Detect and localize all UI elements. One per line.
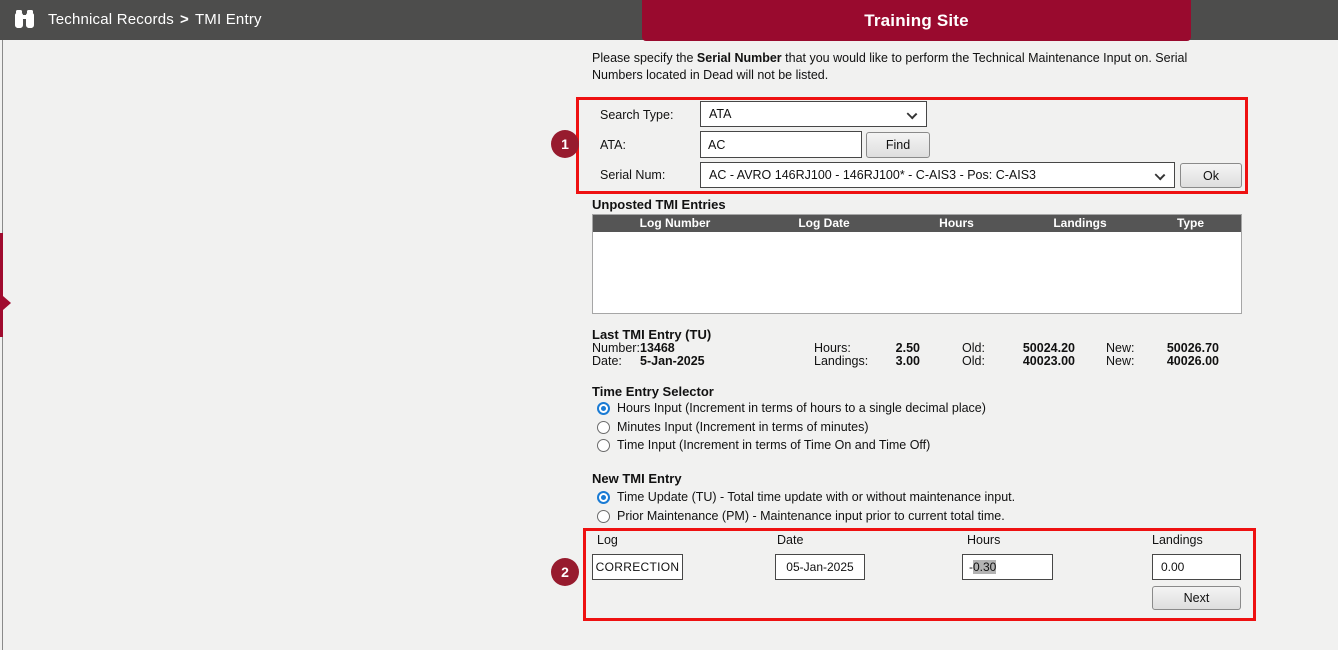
binoculars-icon — [13, 10, 36, 29]
training-site-banner: Training Site — [642, 0, 1191, 41]
landings-field-label: Landings — [1152, 533, 1203, 547]
search-type-select[interactable]: ATA — [700, 101, 927, 127]
column-header-log-date: Log Date — [757, 215, 891, 232]
landings-value: 3.00 — [876, 354, 920, 368]
new-label: New: — [1106, 354, 1146, 368]
radio-time-input[interactable]: Time Input (Increment in terms of Time O… — [597, 438, 930, 452]
column-header-landings: Landings — [1022, 215, 1138, 232]
date-field-label: Date — [777, 533, 803, 547]
hours-input-selected-text: 0.30 — [973, 560, 996, 574]
ok-button-label: Ok — [1203, 169, 1219, 183]
date-value: 5-Jan-2025 — [640, 354, 814, 368]
time-entry-selector-title: Time Entry Selector — [592, 384, 714, 399]
new-landings-value: 40026.00 — [1146, 354, 1219, 368]
instructions-text: Please specify the Serial Number that yo… — [592, 50, 1240, 84]
landings-input[interactable]: 0.00 — [1152, 554, 1241, 580]
chevron-down-icon — [907, 109, 918, 120]
log-input-value: CORRECTION — [596, 560, 680, 574]
radio-prior-maintenance[interactable]: Prior Maintenance (PM) - Maintenance inp… — [597, 509, 1005, 523]
left-panel-expander[interactable] — [0, 233, 3, 337]
unposted-entries-table: Log Number Log Date Hours Landings Type — [592, 214, 1242, 314]
column-header-log-number: Log Number — [593, 215, 757, 232]
landings-label: Landings: — [814, 354, 876, 368]
ata-value: AC — [708, 138, 725, 152]
training-site-label: Training Site — [864, 11, 969, 31]
number-label: Number: — [592, 341, 640, 355]
new-tmi-entry-title: New TMI Entry — [592, 471, 682, 486]
hours-field-label: Hours — [967, 533, 1000, 547]
breadcrumb-separator-icon: > — [174, 11, 195, 28]
ata-input[interactable]: AC — [700, 131, 862, 158]
breadcrumb-section[interactable]: Technical Records — [48, 11, 174, 28]
radio-time-input-label: Time Input (Increment in terms of Time O… — [617, 438, 930, 452]
left-panel-border — [2, 40, 3, 650]
radio-button-icon[interactable] — [597, 421, 610, 434]
radio-minutes-input-label: Minutes Input (Increment in terms of min… — [617, 420, 868, 434]
old-label: Old: — [962, 354, 1002, 368]
hours-value: 2.50 — [876, 341, 920, 355]
ok-button[interactable]: Ok — [1180, 163, 1242, 188]
annotation-step-2-number: 2 — [561, 564, 569, 580]
find-button-label: Find — [886, 138, 910, 152]
annotation-step-2: 2 — [551, 558, 579, 586]
radio-time-update[interactable]: Time Update (TU) - Total time update wit… — [597, 490, 1015, 504]
radio-prior-maintenance-label: Prior Maintenance (PM) - Maintenance inp… — [617, 509, 1005, 523]
search-type-label: Search Type: — [600, 108, 673, 122]
radio-button-icon[interactable] — [597, 510, 610, 523]
breadcrumb: Technical Records>TMI Entry — [48, 11, 262, 28]
expand-arrow-icon[interactable] — [3, 296, 11, 310]
date-input-value: 05-Jan-2025 — [786, 560, 853, 574]
column-header-type: Type — [1138, 215, 1243, 232]
radio-hours-input[interactable]: Hours Input (Increment in terms of hours… — [597, 401, 986, 415]
hours-label: Hours: — [814, 341, 876, 355]
instructions-prefix: Please specify the — [592, 51, 697, 65]
chevron-down-icon — [1155, 170, 1166, 181]
column-header-hours: Hours — [891, 215, 1022, 232]
instructions-bold-term: Serial Number — [697, 51, 782, 65]
radio-button-icon[interactable] — [597, 439, 610, 452]
landings-input-value: 0.00 — [1161, 560, 1184, 574]
serial-num-value: AC - AVRO 146RJ100 - 146RJ100* - C-AIS3 … — [709, 168, 1036, 182]
new-label: New: — [1106, 341, 1146, 355]
old-label: Old: — [962, 341, 1002, 355]
old-hours-value: 50024.20 — [1002, 341, 1075, 355]
find-button[interactable]: Find — [866, 132, 930, 158]
log-input[interactable]: CORRECTION — [592, 554, 683, 580]
table-header-row: Log Number Log Date Hours Landings Type — [593, 215, 1241, 232]
last-tmi-entry-title: Last TMI Entry (TU) — [592, 327, 711, 342]
date-input[interactable]: 05-Jan-2025 — [775, 554, 865, 580]
annotation-step-1: 1 — [551, 130, 579, 158]
tmi-entry-page: Technical Records>TMI Entry Training Sit… — [0, 0, 1338, 650]
date-label: Date: — [592, 354, 640, 368]
next-button-label: Next — [1184, 591, 1210, 605]
ata-label: ATA: — [600, 138, 626, 152]
radio-minutes-input[interactable]: Minutes Input (Increment in terms of min… — [597, 420, 868, 434]
radio-time-update-label: Time Update (TU) - Total time update wit… — [617, 490, 1015, 504]
new-hours-value: 50026.70 — [1146, 341, 1219, 355]
search-type-value: ATA — [709, 107, 731, 121]
serial-num-select[interactable]: AC - AVRO 146RJ100 - 146RJ100* - C-AIS3 … — [700, 162, 1175, 188]
next-button[interactable]: Next — [1152, 586, 1241, 610]
log-field-label: Log — [597, 533, 618, 547]
serial-num-label: Serial Num: — [600, 168, 665, 182]
radio-button-icon[interactable] — [597, 402, 610, 415]
old-landings-value: 40023.00 — [1002, 354, 1075, 368]
last-entry-row: Date: 5-Jan-2025 Landings: 3.00 Old: 400… — [592, 354, 1242, 368]
radio-button-icon[interactable] — [597, 491, 610, 504]
radio-hours-input-label: Hours Input (Increment in terms of hours… — [617, 401, 986, 415]
breadcrumb-page: TMI Entry — [195, 11, 262, 28]
number-value: 13468 — [640, 341, 814, 355]
annotation-step-1-number: 1 — [561, 136, 569, 152]
last-entry-row: Number: 13468 Hours: 2.50 Old: 50024.20 … — [592, 341, 1242, 355]
unposted-entries-title: Unposted TMI Entries — [592, 197, 726, 212]
hours-input[interactable]: -0.30 — [962, 554, 1053, 580]
